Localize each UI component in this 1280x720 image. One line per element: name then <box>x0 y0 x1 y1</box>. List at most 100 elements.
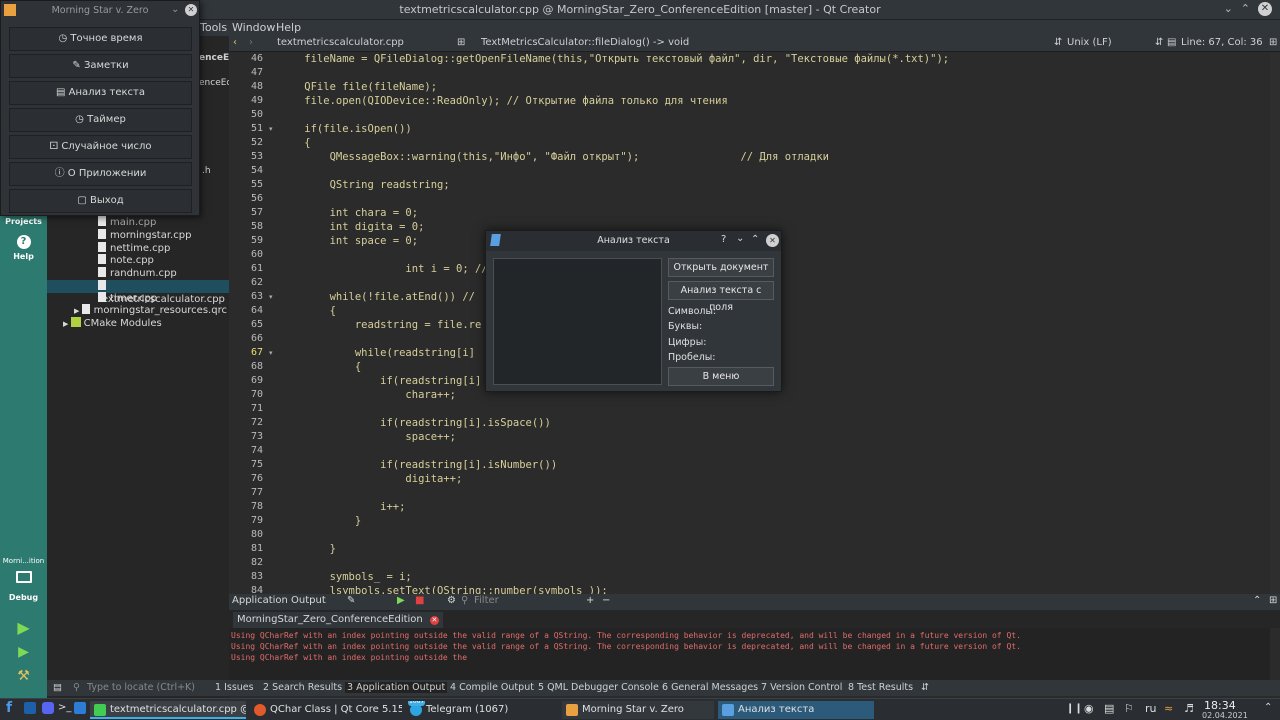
code-line: symbols_ = i; <box>279 571 412 583</box>
tab-issues[interactable]: 1 Issues <box>215 682 254 693</box>
clock-date[interactable]: 02.04.2021 <box>1202 711 1248 720</box>
tree-file-item[interactable]: morningstar.cpp <box>98 229 229 242</box>
output-text[interactable]: Using QCharRef with an index pointing ou… <box>229 628 1270 680</box>
close-icon[interactable]: ✕ <box>766 234 779 247</box>
rerun-icon[interactable]: ▶ <box>397 595 405 606</box>
menu-timer-button[interactable]: ◷ Таймер <box>9 108 192 132</box>
menu-about-button[interactable]: ⓘ О Приложении <box>9 162 192 186</box>
menu-random-number-button[interactable]: ⚀ Случайное число <box>9 135 192 159</box>
open-document-button[interactable]: Открыть документ <box>668 258 774 277</box>
notifications-icon[interactable]: ⚐ <box>1124 702 1134 715</box>
spaces-label: Пробелы: <box>668 352 716 363</box>
editor-file-name[interactable]: textmetricscalculator.cpp <box>277 37 404 48</box>
minimize-icon[interactable]: ⌄ <box>1224 2 1233 16</box>
help-icon[interactable]: ? <box>721 234 726 245</box>
close-icon[interactable]: ✕ <box>1258 2 1272 16</box>
volume-icon[interactable]: ♬ <box>1184 702 1194 715</box>
fold-marker-icon[interactable]: ▾ <box>269 349 273 357</box>
fold-marker-icon[interactable]: ▾ <box>269 293 273 301</box>
chevron-down-icon[interactable]: ⌄ <box>171 4 179 15</box>
menu-help[interactable]: Help <box>276 21 301 34</box>
forward-arrow-icon[interactable]: › <box>249 37 253 48</box>
back-to-menu-button[interactable]: В меню <box>668 367 774 386</box>
task-text-analysis[interactable]: Анализ текста <box>718 701 874 719</box>
files-icon[interactable] <box>24 702 36 714</box>
terminal-icon[interactable]: >_ <box>58 702 71 713</box>
zoom-out-icon[interactable]: − <box>602 595 610 606</box>
close-tab-icon[interactable]: ✕ <box>429 616 439 625</box>
tray-expand-icon[interactable]: ⌃ <box>1264 702 1272 713</box>
start-menu-icon[interactable]: f <box>6 700 12 716</box>
build-hammer-icon[interactable]: ⚒ <box>0 668 47 684</box>
menu-exact-time-button[interactable]: ◷ Точное время <box>9 27 192 51</box>
expand-arrow-icon[interactable]: ▶ <box>74 307 82 315</box>
minimize-icon[interactable]: ⌄ <box>736 233 744 244</box>
tree-cmake-item[interactable]: ▶ CMake Modules <box>63 317 162 331</box>
maximize-icon[interactable]: ⌃ <box>751 234 759 245</box>
run-icon[interactable]: ▶ <box>0 618 47 637</box>
menu-window[interactable]: Window <box>232 21 275 34</box>
mode-help[interactable]: Help <box>0 252 47 261</box>
symbol-dropdown[interactable]: TextMetricsCalculator::fileDialog() -> v… <box>481 37 689 48</box>
tree-root-partial[interactable]: enceE <box>199 52 229 65</box>
help-icon[interactable]: ? <box>0 235 47 249</box>
tree-file-item[interactable]: main.cpp <box>98 216 229 229</box>
task-morning-star[interactable]: Morning Star v. Zero <box>562 701 714 719</box>
expand-arrow-icon[interactable]: ▶ <box>63 320 71 328</box>
button-label: Случайное число <box>61 141 152 152</box>
settings-gear-icon[interactable]: ⚙ <box>447 595 456 606</box>
split-editor-icon[interactable]: ⊞ <box>1269 37 1277 48</box>
monitor-icon[interactable] <box>0 571 47 585</box>
tree-resources-item[interactable]: ▶ morningstar_resources.qrc <box>74 304 227 318</box>
kit-selector[interactable]: Morni...ition <box>0 557 47 565</box>
menu-text-analysis-button[interactable]: ▤ Анализ текста <box>9 81 192 105</box>
tree-file-item[interactable]: note.cpp <box>98 254 229 267</box>
maximize-icon[interactable]: ⌃ <box>1241 2 1250 16</box>
tab-compile-output[interactable]: 4 Compile Output <box>450 682 534 693</box>
task-qchar-docs[interactable]: QChar Class | Qt Core 5.15.3... <box>250 701 402 719</box>
tree-file-item[interactable]: randnum.cpp <box>98 267 229 280</box>
mode-projects[interactable]: Projects <box>0 217 47 226</box>
vscode-icon[interactable] <box>74 702 86 714</box>
media-pause-icon[interactable]: ❙❙ <box>1066 703 1083 714</box>
tab-qml-debugger[interactable]: 5 QML Debugger Console <box>538 682 659 693</box>
back-arrow-icon[interactable]: ‹ <box>233 37 237 48</box>
output-tab[interactable]: MorningStar_Zero_ConferenceEdition ✕ <box>233 612 443 628</box>
close-file-icon[interactable]: ⊞ <box>457 37 465 48</box>
text-input-area[interactable] <box>493 258 662 385</box>
tab-general-messages[interactable]: 6 General Messages <box>662 682 758 693</box>
locator-input[interactable]: Type to locate (Ctrl+K) <box>87 682 195 693</box>
filter-input[interactable]: Filter <box>474 595 499 606</box>
clipboard-icon[interactable]: ▤ <box>1104 702 1114 715</box>
mode-debug[interactable]: Debug <box>0 593 47 602</box>
task-qt-creator[interactable]: textmetricscalculator.cpp @ ... <box>90 701 246 719</box>
menu-tools[interactable]: Tools <box>200 21 227 34</box>
wifi-icon[interactable]: ≈ <box>1164 702 1173 715</box>
analyze-text-button[interactable]: Анализ текста с поля <box>668 281 774 313</box>
line-endings[interactable]: Unix (LF) <box>1067 37 1112 48</box>
task-telegram[interactable]: 1067 Telegram (1067) <box>406 701 558 719</box>
lang-indicator[interactable]: ru <box>1145 702 1157 715</box>
fold-marker-icon[interactable]: ▾ <box>269 125 273 133</box>
tab-version-control[interactable]: 7 Version Control <box>761 682 842 693</box>
menu-notes-button[interactable]: ✎ Заметки <box>9 54 192 78</box>
tab-search-results[interactable]: 2 Search Results <box>263 682 342 693</box>
close-icon[interactable]: ✕ <box>185 4 197 16</box>
debug-run-icon[interactable]: ▶ <box>0 644 47 660</box>
zoom-in-icon[interactable]: + <box>586 595 594 606</box>
tab-test-results[interactable]: 8 Test Results <box>848 682 913 693</box>
attach-icon[interactable]: ✎ <box>347 595 355 606</box>
tree-header-partial[interactable]: .h <box>202 165 211 178</box>
menu-exit-button[interactable]: ▢ Выход <box>9 189 192 213</box>
toggle-sidebar-icon[interactable]: ▤ <box>53 682 62 693</box>
stop-icon[interactable]: ■ <box>415 595 424 606</box>
tab-application-output[interactable]: 3 Application Output <box>345 682 448 693</box>
discord-icon[interactable] <box>42 702 54 714</box>
editor-scrollbar[interactable] <box>1270 52 1280 594</box>
more-tabs-icon[interactable]: ⇵ <box>921 682 929 693</box>
maximize-pane-icon[interactable]: ⌃ <box>1253 595 1261 606</box>
close-pane-icon[interactable]: ⊞ <box>1269 595 1277 606</box>
discord-tray-icon[interactable]: ◉ <box>1084 702 1094 715</box>
tree-item-partial[interactable]: enceEd <box>199 77 232 90</box>
split-icon[interactable]: ▤ <box>1167 37 1176 48</box>
